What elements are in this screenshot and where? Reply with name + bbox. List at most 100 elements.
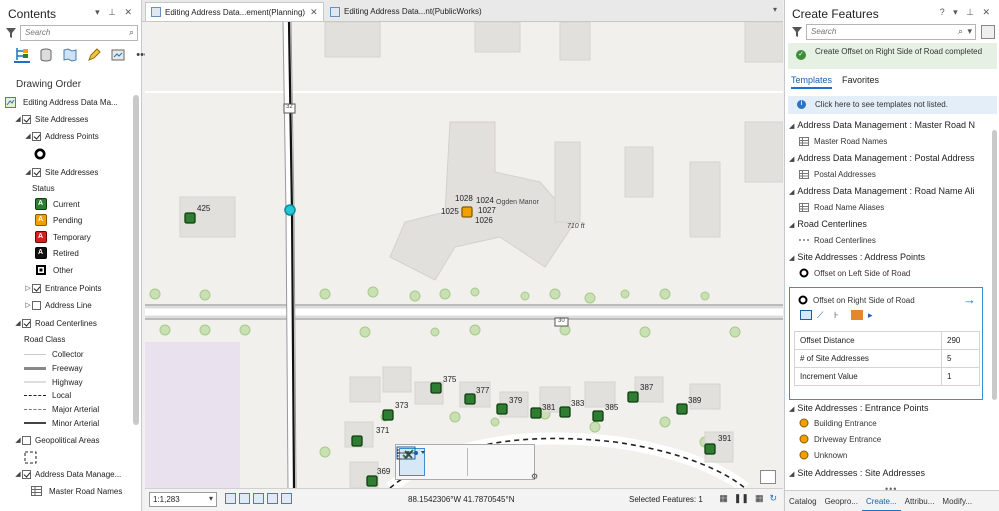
snapping-toggle-icon[interactable] xyxy=(239,493,250,504)
tab-geoprocessing[interactable]: Geopro... xyxy=(821,491,862,511)
template-item[interactable]: Unknown xyxy=(799,450,847,460)
templates-search-input[interactable]: Search ⌕ ▾ xyxy=(806,24,976,40)
filter-icon[interactable] xyxy=(6,28,16,38)
grid-view-icon[interactable]: ▦ xyxy=(755,493,764,504)
selected-vertex[interactable] xyxy=(284,204,296,216)
more-tools-icon[interactable]: ▸ xyxy=(868,310,880,320)
table-row[interactable]: Increment Value 1 xyxy=(793,367,980,386)
template-item[interactable]: Building Entrance xyxy=(799,418,877,428)
layer-address-line[interactable]: ▷ Address Line xyxy=(24,298,92,312)
filter-icon[interactable] xyxy=(792,27,802,37)
layer-geopolitical-areas[interactable]: ◢ Geopolitical Areas xyxy=(14,433,99,447)
search-icon[interactable]: ⌕ xyxy=(958,26,963,37)
table-view-icon[interactable]: ▦ xyxy=(719,493,728,504)
search-dropdown-icon[interactable]: ▾ xyxy=(967,26,972,37)
visibility-checkbox[interactable] xyxy=(32,283,41,293)
attributes-tool-icon[interactable] xyxy=(851,310,863,320)
expand-icon[interactable]: ◢ xyxy=(24,132,32,140)
gear-icon[interactable]: ⚙ xyxy=(531,472,538,481)
visibility-checkbox[interactable] xyxy=(22,435,31,445)
constraints-icon[interactable] xyxy=(253,493,264,504)
expand-icon[interactable]: ▷ xyxy=(24,301,32,309)
manage-templates-icon[interactable] xyxy=(981,25,995,39)
tab-favorites[interactable]: Favorites xyxy=(842,75,879,89)
expand-icon[interactable]: ▷ xyxy=(24,284,32,292)
map-node[interactable]: Editing Address Data Ma... xyxy=(4,95,118,109)
layer-site-addresses[interactable]: ◢ Site Addresses xyxy=(14,112,88,126)
visibility-checkbox[interactable] xyxy=(22,114,31,124)
expand-icon[interactable]: ◢ xyxy=(14,436,22,444)
template-item[interactable]: Road Centerlines xyxy=(799,235,876,245)
layer-entrance-points[interactable]: ▷ Entrance Points xyxy=(24,281,101,295)
template-group[interactable]: ◢ Site Addresses : Entrance Points xyxy=(789,403,928,413)
table-row[interactable]: # of Site Addresses 5 xyxy=(793,349,980,368)
layer-address-points[interactable]: ◢ Address Points xyxy=(24,129,99,143)
arrow-right-icon[interactable]: → xyxy=(963,292,976,307)
template-item[interactable]: Postal Addresses xyxy=(799,169,876,179)
line-tool-icon[interactable]: ⟋ xyxy=(817,310,829,320)
selected-features-count[interactable]: Selected Features: 1 xyxy=(629,495,703,504)
templates-scrollbar[interactable] xyxy=(992,130,997,400)
visibility-checkbox[interactable] xyxy=(22,318,31,328)
visibility-checkbox[interactable] xyxy=(32,300,41,310)
template-item[interactable]: Master Road Names xyxy=(799,136,887,146)
pause-icon[interactable]: ❚❚ xyxy=(734,493,749,504)
visibility-checkbox[interactable] xyxy=(32,131,41,141)
template-group[interactable]: ◢ Site Addresses : Address Points xyxy=(789,252,925,262)
attribute-value[interactable]: 290 xyxy=(941,331,980,350)
template-group[interactable]: ◢ Road Centerlines xyxy=(789,219,867,229)
overview-icon[interactable] xyxy=(760,470,776,484)
cancel-button[interactable] xyxy=(397,448,524,476)
contents-scrollbar[interactable] xyxy=(133,95,139,425)
measure-icon[interactable] xyxy=(267,493,278,504)
template-item[interactable]: Road Name Aliases xyxy=(799,202,884,212)
expand-icon[interactable]: ◢ xyxy=(14,115,22,123)
drawing-order-icon[interactable] xyxy=(14,47,30,63)
close-icon[interactable]: ✕ xyxy=(310,7,318,18)
tab-create-features[interactable]: Create... xyxy=(861,491,901,511)
attribute-value[interactable]: 5 xyxy=(941,349,980,368)
selected-template-panel[interactable]: Offset on Right Side of Road → ⟋ ⊦ ▸ Off… xyxy=(789,287,983,400)
offset-tool-icon[interactable]: ⊦ xyxy=(834,310,846,320)
table-row[interactable]: Offset Distance 290 xyxy=(793,331,980,350)
template-group[interactable]: ◢ Address Data Management : Road Name Ali xyxy=(789,186,974,196)
expand-icon[interactable]: ◢ xyxy=(14,470,22,478)
pane-controls[interactable]: ? ▾ ⊥ ✕ xyxy=(940,7,993,18)
grid-icon[interactable] xyxy=(225,493,236,504)
tab-publicworks[interactable]: Editing Address Data...nt(PublicWorks) xyxy=(325,2,487,21)
data-source-icon[interactable] xyxy=(38,47,54,63)
offset-tool-button[interactable] xyxy=(398,448,463,476)
expand-icon[interactable]: ◢ xyxy=(14,319,22,327)
attribute-value[interactable]: 1 xyxy=(941,367,980,386)
tab-planning[interactable]: Editing Address Data...ement(Planning) ✕ xyxy=(145,2,324,21)
pane-controls[interactable]: ▾ ⊥ ✕ xyxy=(95,7,135,18)
template-item[interactable]: Driveway Entrance xyxy=(799,434,881,444)
finish-button[interactable] xyxy=(397,448,498,476)
tab-modify[interactable]: Modify... xyxy=(938,491,976,511)
tab-templates[interactable]: Templates xyxy=(791,75,833,89)
layer-road-centerlines[interactable]: ◢ Road Centerlines xyxy=(14,316,97,330)
snapping-icon[interactable] xyxy=(110,47,126,63)
refresh-icon[interactable]: ↻ xyxy=(769,493,777,504)
template-group[interactable]: ◢ Site Addresses : Site Addresses xyxy=(789,468,925,478)
nav-icon[interactable] xyxy=(281,493,292,504)
editing-icon[interactable] xyxy=(86,47,102,63)
scale-dropdown[interactable]: 1:1,283 xyxy=(149,492,217,507)
layer-site-addresses-sub[interactable]: ◢ Site Addresses xyxy=(24,165,98,179)
templates-info-bar[interactable]: i Click here to see templates not listed… xyxy=(788,96,997,114)
tab-list-dropdown-icon[interactable]: ▾ xyxy=(773,5,777,14)
visibility-checkbox[interactable] xyxy=(22,469,31,479)
layer-address-data-mgmt[interactable]: ◢ Address Data Manage... xyxy=(14,467,121,481)
point-tool-icon[interactable] xyxy=(800,310,812,320)
tab-attributes[interactable]: Attribu... xyxy=(901,491,939,511)
selection-icon[interactable] xyxy=(62,47,78,63)
map-view[interactable]: 425 1028 1024 1025 1027 1026 Ogden Manor… xyxy=(145,22,783,488)
tab-catalog[interactable]: Catalog xyxy=(785,491,821,511)
visibility-checkbox[interactable] xyxy=(32,167,41,177)
expand-icon[interactable]: ◢ xyxy=(24,168,32,176)
template-group[interactable]: ◢ Address Data Management : Postal Addres… xyxy=(789,153,975,163)
table-master-road-names[interactable]: Master Road Names xyxy=(30,484,122,498)
search-icon[interactable]: ⌕ xyxy=(129,27,134,38)
template-group[interactable]: ◢ Address Data Management : Master Road N xyxy=(789,120,975,130)
template-item[interactable]: Offset on Left Side of Road xyxy=(799,268,910,278)
